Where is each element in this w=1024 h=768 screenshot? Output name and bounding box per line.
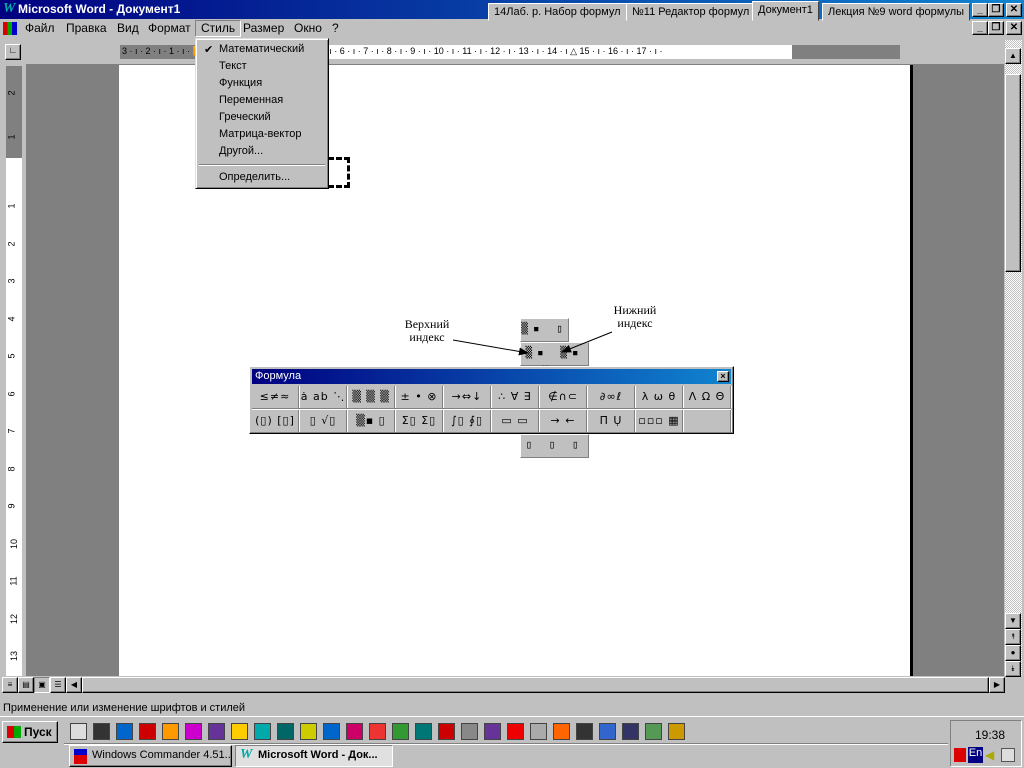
menu-item-function[interactable]: Функция xyxy=(219,77,262,89)
menu-item-other[interactable]: Другой... xyxy=(219,145,263,157)
menu-item-define[interactable]: Определить... xyxy=(219,171,290,183)
menu-item-matrix-vector[interactable]: Матрица-вектор xyxy=(219,128,301,140)
style-dropdown-menu: ✔ Математический Текст Функция Переменна… xyxy=(195,38,329,189)
menu-item-text[interactable]: Текст xyxy=(219,60,247,72)
checkmark-icon: ✔ xyxy=(204,44,214,56)
annotation-arrows xyxy=(452,331,613,356)
menu-item-greek[interactable]: Греческий xyxy=(219,111,271,123)
menu-item-variable[interactable]: Переменная xyxy=(219,94,283,106)
arrow-subscript xyxy=(561,331,613,353)
menu-item-math[interactable]: Математический xyxy=(219,43,304,55)
arrow-superscript xyxy=(452,339,529,356)
menu-separator xyxy=(199,164,325,166)
